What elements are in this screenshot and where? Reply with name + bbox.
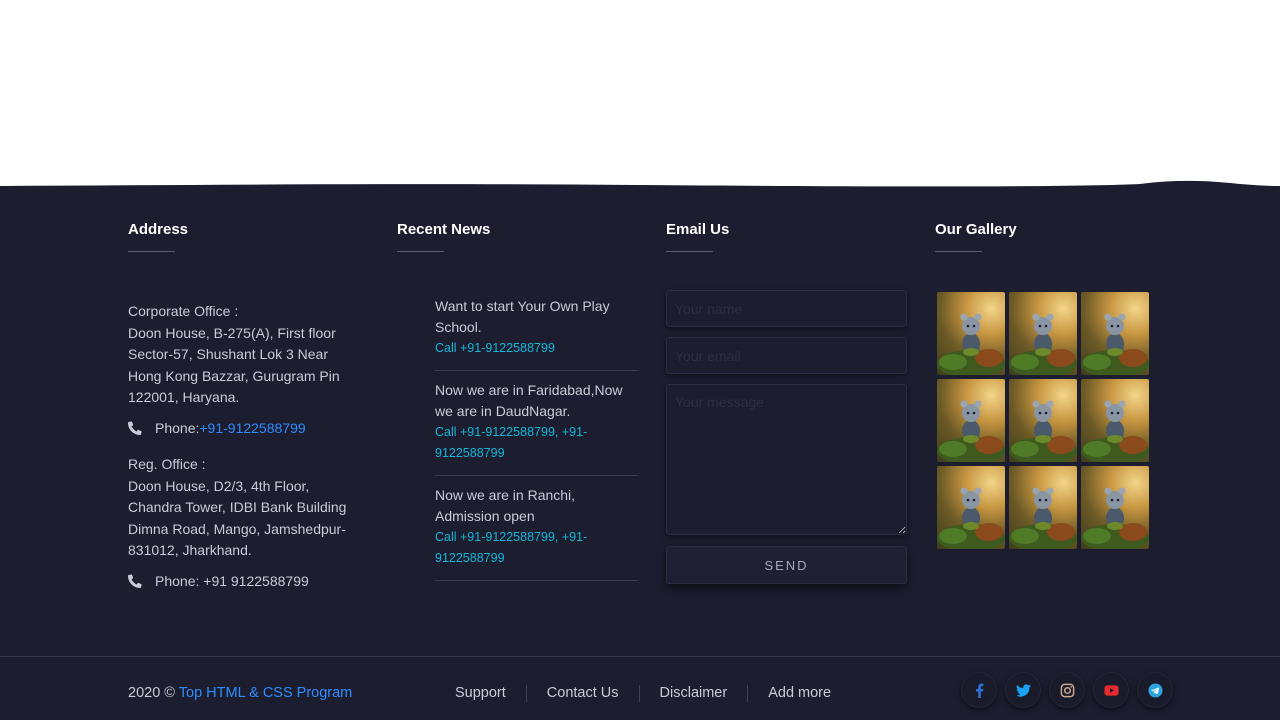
recent-news-title: Recent News	[397, 221, 491, 252]
brand-link[interactable]: Top HTML & CSS Program	[179, 685, 353, 701]
facebook-icon	[975, 683, 983, 698]
social-icons	[961, 672, 1173, 708]
reg-address-line: 831012, Jharkhand.	[128, 542, 252, 558]
telegram-icon	[1147, 682, 1163, 698]
gallery-photo-icon	[937, 313, 1005, 375]
instagram-icon	[1060, 683, 1074, 697]
copyright: 2020 © Top HTML & CSS Program	[128, 685, 352, 701]
corporate-address-line: Sector-57, Shushant Lok 3 Near	[128, 346, 329, 362]
reg-office-label: Reg. Office :	[128, 456, 206, 472]
send-button[interactable]: SEND	[666, 546, 907, 584]
phone-icon	[128, 421, 142, 436]
news-text: Now we are in Ranchi, Admission open	[435, 487, 576, 524]
corporate-phone-row: Phone: +91-9122588799	[128, 418, 368, 440]
gallery-thumb[interactable]	[937, 466, 1005, 549]
disclaimer-link[interactable]: Disclaimer	[640, 685, 749, 702]
news-item[interactable]: Want to start Your Own Play School. Call…	[435, 296, 638, 371]
gallery-thumb[interactable]	[1081, 292, 1149, 375]
news-list: Want to start Your Own Play School. Call…	[435, 296, 638, 590]
twitter-icon	[1015, 683, 1031, 697]
news-text: Now we are in Faridabad,Now we are in Da…	[435, 382, 623, 419]
gallery-thumb[interactable]	[1081, 379, 1149, 462]
copyright-year: 2020 ©	[128, 685, 179, 701]
reg-address-line: Chandra Tower, IDBI Bank Building	[128, 499, 347, 515]
telegram-button[interactable]	[1137, 672, 1173, 708]
gallery-thumb[interactable]	[1009, 379, 1077, 462]
gallery-thumb[interactable]	[937, 292, 1005, 375]
youtube-button[interactable]	[1093, 672, 1129, 708]
corporate-address-line: Hong Kong Bazzar, Gurugram Pin	[128, 367, 340, 384]
phone-icon	[128, 574, 142, 589]
news-item[interactable]: Now we are in Faridabad,Now we are in Da…	[435, 380, 638, 476]
gallery-photo-icon	[1081, 313, 1149, 375]
gallery-grid	[937, 292, 1151, 549]
gallery-thumb[interactable]	[937, 379, 1005, 462]
message-textarea[interactable]	[666, 384, 907, 535]
news-call[interactable]: Call +91-9122588799	[435, 338, 638, 359]
contact-us-link[interactable]: Contact Us	[527, 685, 640, 702]
gallery-photo-icon	[1081, 400, 1149, 462]
gallery-photo-icon	[937, 400, 1005, 462]
reg-phone-row: Phone: +91 9122588799	[128, 571, 368, 593]
twitter-button[interactable]	[1005, 672, 1041, 708]
corporate-phone-label: Phone:	[155, 419, 200, 436]
support-link[interactable]: Support	[435, 685, 527, 702]
name-input[interactable]	[666, 290, 907, 327]
add-more-link[interactable]: Add more	[748, 685, 851, 702]
address-block: Corporate Office : Doon House, B-275(A),…	[128, 301, 368, 607]
news-call[interactable]: Call +91-9122588799, +91-9122588799	[435, 422, 638, 464]
our-gallery-title: Our Gallery	[935, 221, 1017, 252]
gallery-photo-icon	[1009, 313, 1077, 375]
news-item[interactable]: Now we are in Ranchi, Admission open Cal…	[435, 485, 638, 581]
gallery-thumb[interactable]	[1009, 292, 1077, 375]
instagram-button[interactable]	[1049, 672, 1085, 708]
news-text: Want to start Your Own Play School.	[435, 298, 610, 335]
email-us-title: Email Us	[666, 221, 730, 252]
corporate-address-line: Doon House, B-275(A), First floor	[128, 324, 336, 341]
address-title: Address	[128, 221, 189, 252]
gallery-photo-icon	[1009, 400, 1077, 462]
gallery-photo-icon	[1009, 487, 1077, 549]
gallery-photo-icon	[937, 487, 1005, 549]
corporate-phone-link[interactable]: +91-9122588799	[199, 418, 305, 440]
bottom-bar: 2020 © Top HTML & CSS Program Support Co…	[0, 656, 1280, 720]
youtube-icon	[1103, 684, 1119, 696]
contact-form: SEND	[666, 290, 907, 584]
corporate-address-line: 122001, Haryana.	[128, 389, 240, 405]
reg-phone-text: Phone: +91 9122588799	[155, 572, 309, 589]
gallery-thumb[interactable]	[1009, 466, 1077, 549]
reg-address-line: Dimna Road, Mango, Jamshedpur-	[128, 520, 346, 537]
gallery-thumb[interactable]	[1081, 466, 1149, 549]
corporate-office-label: Corporate Office :	[128, 303, 239, 319]
site-footer: Address Corporate Office : Doon House, B…	[0, 188, 1280, 720]
facebook-button[interactable]	[961, 672, 997, 708]
email-input[interactable]	[666, 337, 907, 374]
gallery-photo-icon	[1081, 487, 1149, 549]
reg-address-line: Doon House, D2/3, 4th Floor,	[128, 477, 310, 494]
footer-links: Support Contact Us Disclaimer Add more	[435, 685, 851, 702]
top-blank-area	[0, 0, 1280, 190]
news-call[interactable]: Call +91-9122588799, +91-9122588799	[435, 527, 638, 569]
